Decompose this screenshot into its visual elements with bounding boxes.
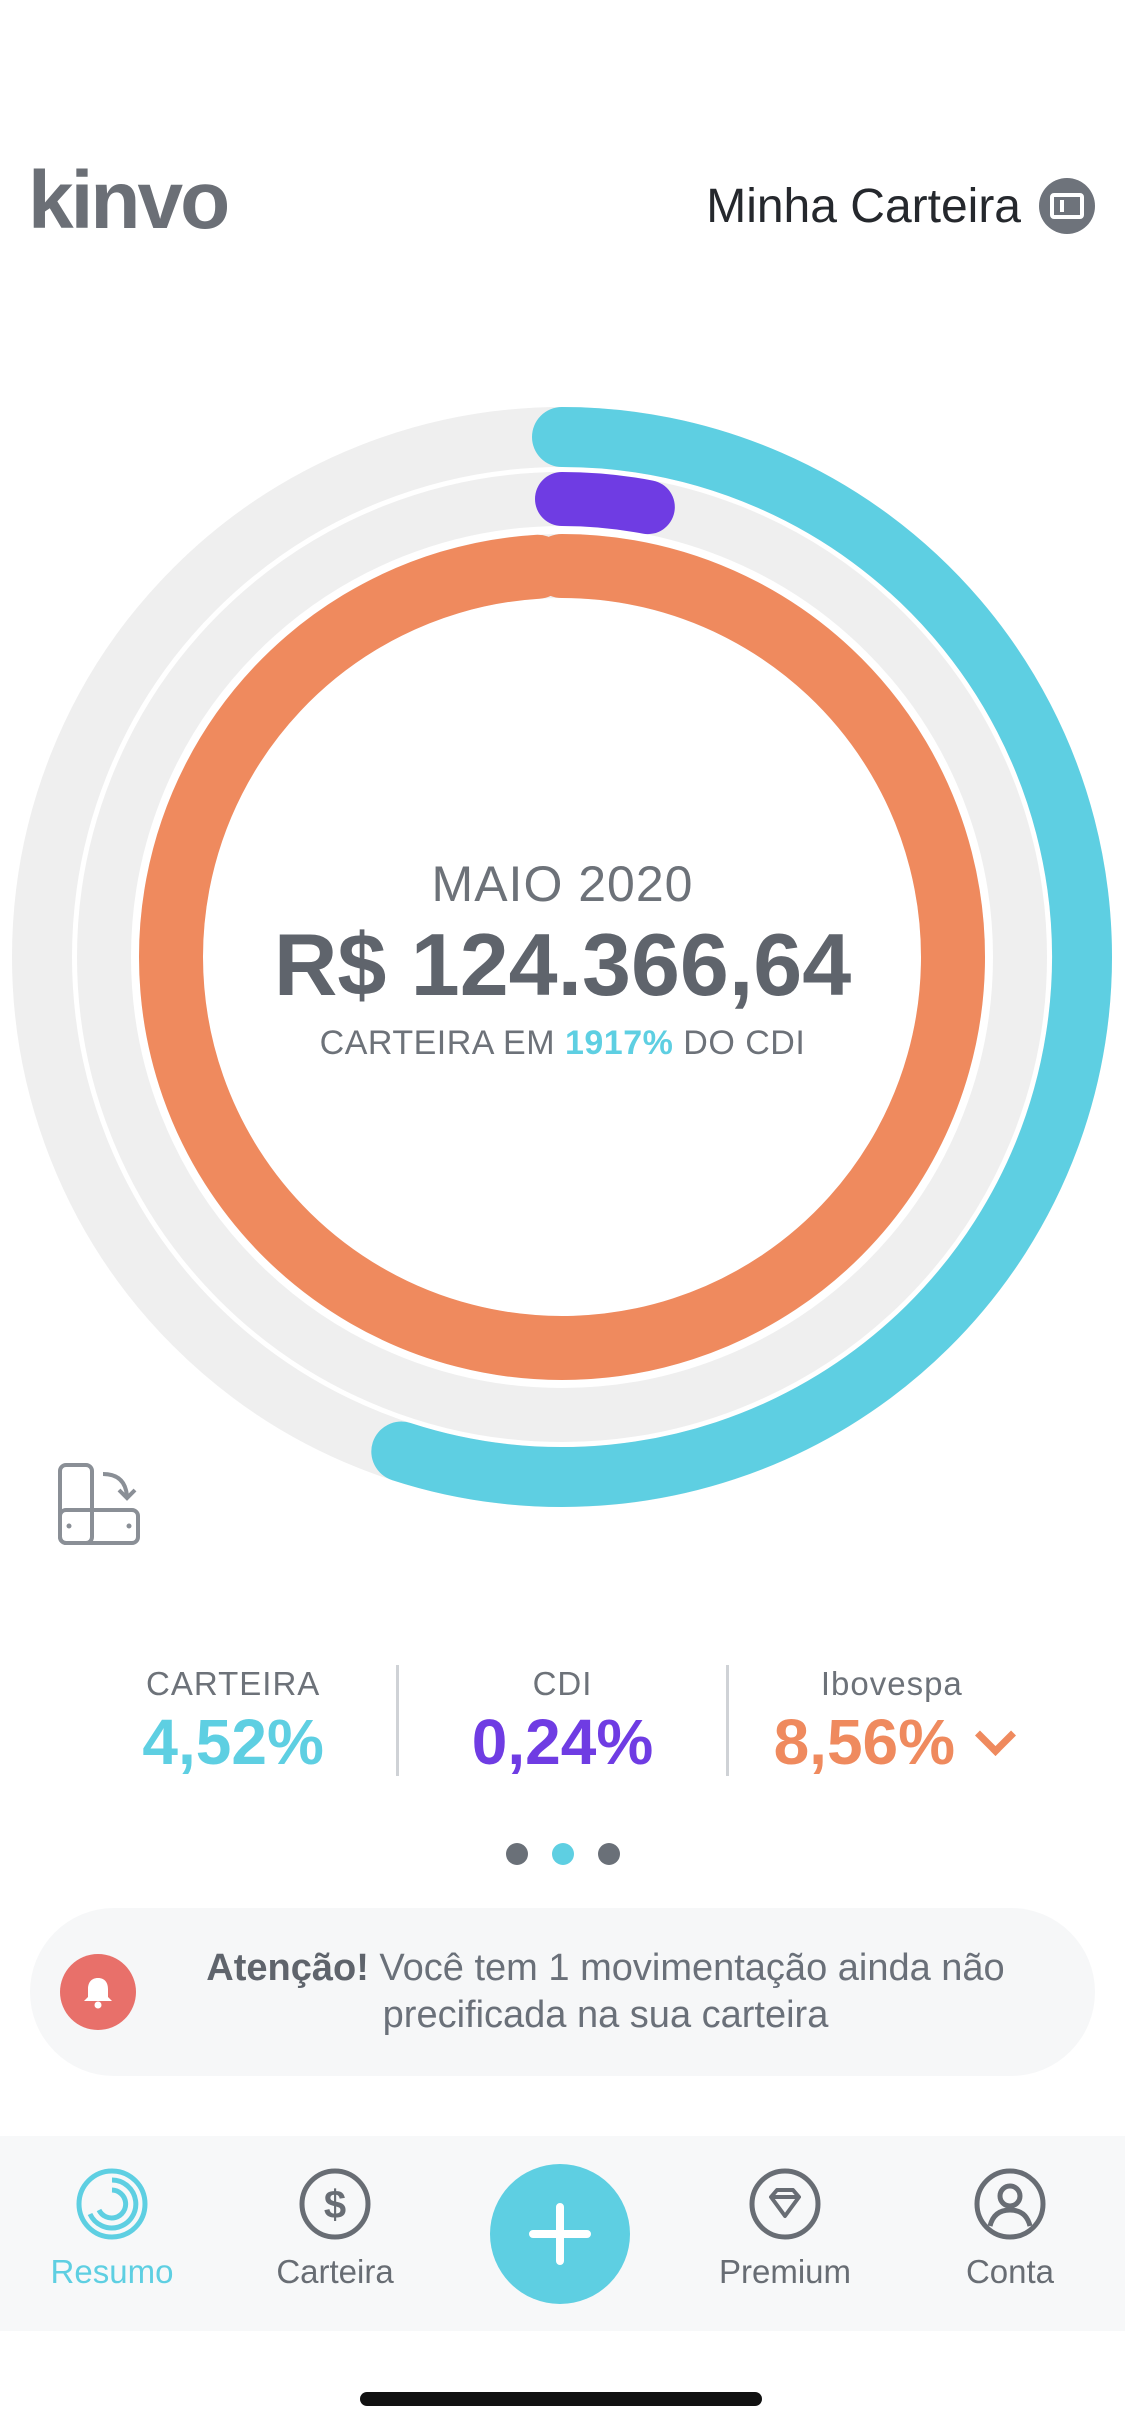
page-indicator[interactable] [0,1843,1125,1865]
rotate-screen-icon[interactable] [55,1460,145,1550]
diamond-icon [749,2168,821,2240]
page-dot[interactable] [505,1843,528,1865]
stat-cdi: CDI 0,24% [396,1665,725,1778]
summary-icon [76,2168,148,2240]
bell-icon [60,1954,136,2030]
wallet-toggle-icon[interactable] [1039,178,1095,234]
cdi-suffix: DO CDI [673,1023,806,1062]
stat-label: CARTEIRA [146,1665,321,1702]
tab-carteira[interactable]: $ Carteira [235,2166,435,2291]
tab-conta[interactable]: Conta [910,2166,1110,2291]
alert-heading: Atenção! [206,1946,369,1989]
account-icon [974,2168,1046,2240]
cdi-percent: 1917% [564,1023,674,1062]
stat-value: 8,56% [773,1706,956,1778]
ring-arc-cdi [535,472,675,535]
tab-label: Resumo [50,2253,174,2290]
tab-premium[interactable]: Premium [685,2166,885,2291]
home-indicator [360,2392,762,2406]
page-dot[interactable] [597,1843,620,1865]
stat-label: CDI [532,1665,593,1702]
svg-text:$: $ [324,2183,346,2227]
portfolio-summary: MAIO 2020 R$ 124.366,64 CARTEIRA EM 1917… [200,855,925,1063]
stat-ibovespa[interactable]: Ibovespa 8,56% [725,1665,1055,1778]
tab-label: Conta [965,2253,1055,2290]
tab-label: Premium [718,2253,852,2290]
cdi-comparison: CARTEIRA EM 1917% DO CDI [200,1024,925,1063]
stat-label: Ibovespa [820,1665,963,1702]
tab-resumo[interactable]: Resumo [12,2166,212,2291]
alert-body: Você tem 1 movimentação ainda não precif… [368,1946,1005,2037]
alert-message: Atenção! Você tem 1 movimentação ainda n… [136,1945,1095,2040]
kinvo-logo: kinvo [28,155,230,246]
stat-value: 0,24% [471,1706,654,1778]
performance-stats: CARTEIRA 4,52% CDI 0,24% Ibovespa 8,56% [70,1665,1055,1778]
wallet-selector[interactable]: Minha Carteira [706,178,1095,234]
chevron-down-icon[interactable] [975,1714,1017,1757]
dollar-icon: $ [299,2168,371,2240]
page-dot-active[interactable] [551,1843,574,1865]
tab-label: Carteira [276,2253,394,2290]
add-button[interactable] [490,2164,630,2304]
total-value: R$ 124.366,64 [273,915,852,1014]
plus-icon [529,2203,591,2265]
stat-carteira: CARTEIRA 4,52% [70,1665,396,1776]
stat-value: 4,52% [142,1706,324,1778]
cdi-prefix: CARTEIRA EM [319,1023,565,1062]
month-label: MAIO 2020 [431,856,694,912]
wallet-title: Minha Carteira [706,179,1021,233]
stat-value-row: 8,56% [729,1706,1055,1778]
pending-transaction-alert[interactable]: Atenção! Você tem 1 movimentação ainda n… [30,1908,1095,2076]
